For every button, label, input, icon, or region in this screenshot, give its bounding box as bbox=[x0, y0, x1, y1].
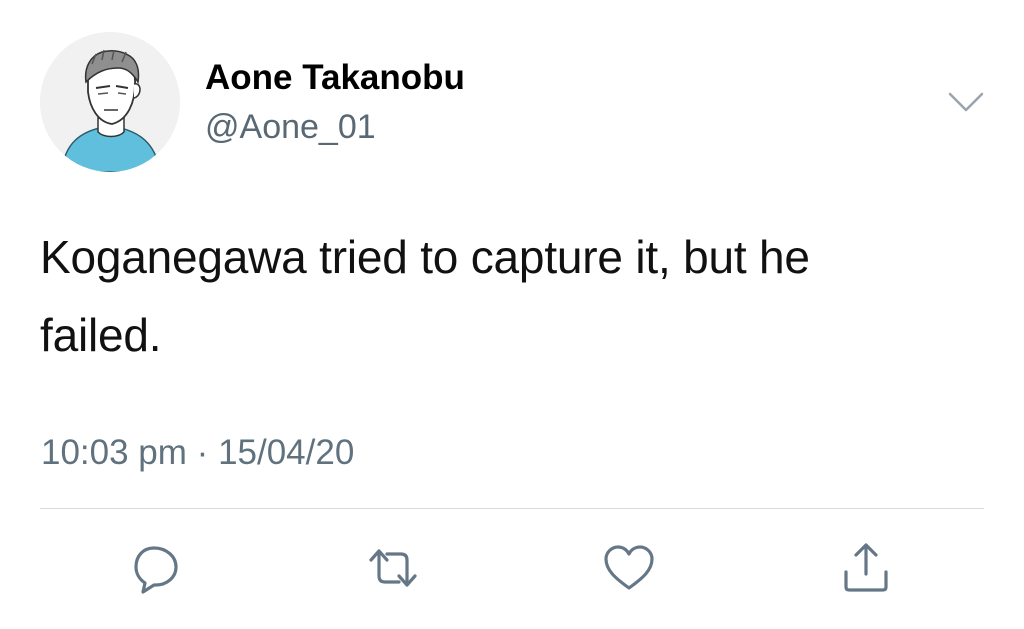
tweet-time: 10:03 pm bbox=[41, 433, 187, 472]
heart-icon bbox=[604, 545, 654, 590]
divider bbox=[40, 508, 984, 509]
avatar-illustration bbox=[40, 32, 180, 172]
timestamp-separator: · bbox=[196, 433, 209, 472]
tweet-date: 15/04/20 bbox=[218, 433, 355, 472]
like-button[interactable] bbox=[601, 540, 657, 596]
tweet-text: Koganegawa tried to capture it, but he f… bbox=[40, 231, 810, 361]
tweet-timestamp[interactable]: 10:03 pm · 15/04/20 bbox=[41, 432, 354, 474]
reply-button[interactable] bbox=[130, 540, 186, 596]
chevron-down-icon[interactable] bbox=[946, 88, 986, 116]
retweet-icon bbox=[369, 549, 417, 587]
author-display-name[interactable]: Aone Takanobu bbox=[205, 58, 465, 98]
author-handle[interactable]: @Aone_01 bbox=[205, 107, 376, 147]
share-icon bbox=[844, 543, 888, 592]
retweet-button[interactable] bbox=[365, 540, 421, 596]
profile-avatar[interactable] bbox=[40, 32, 180, 172]
comment-icon bbox=[134, 546, 178, 594]
share-button[interactable] bbox=[838, 540, 894, 596]
